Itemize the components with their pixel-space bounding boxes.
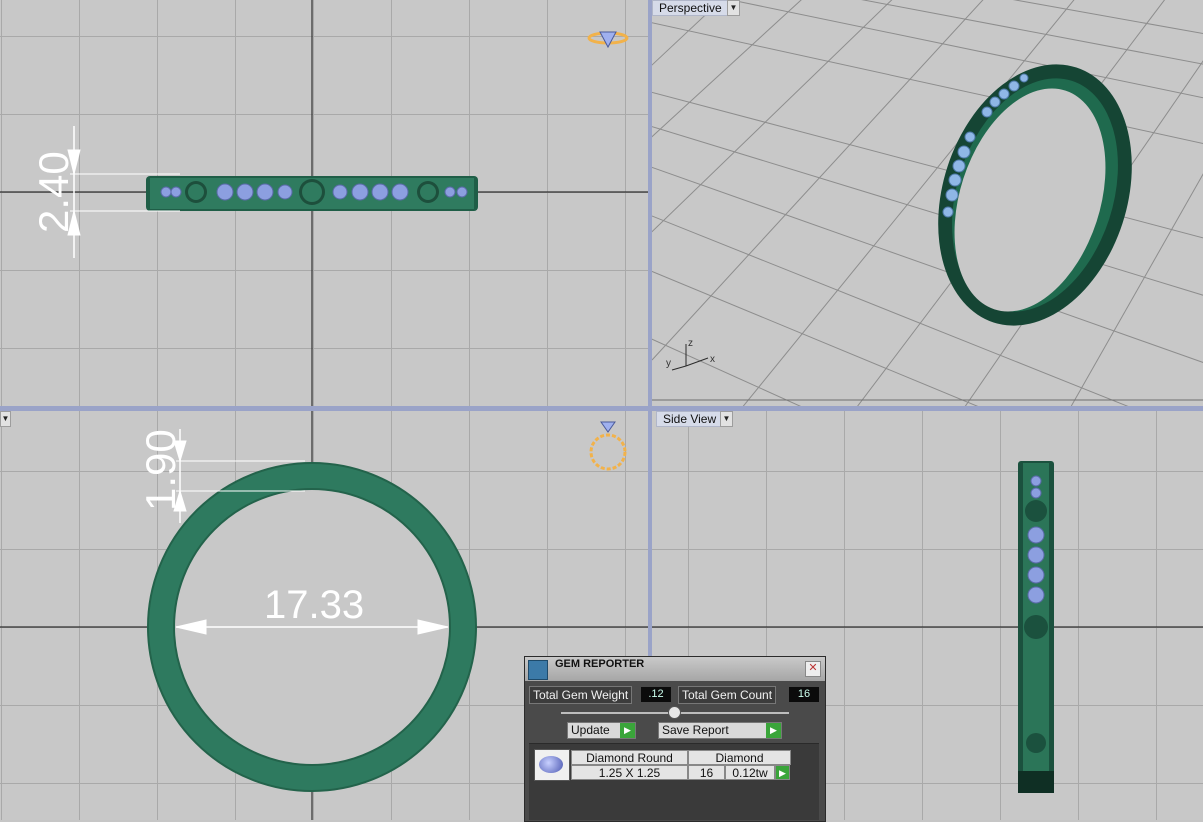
total-gem-count-value: 16 bbox=[789, 687, 819, 702]
save-report-button-label: Save Report bbox=[662, 723, 729, 737]
table-header-diamond-round: Diamond Round bbox=[571, 750, 688, 765]
top-viewport[interactable]: 2.40 bbox=[0, 0, 648, 406]
slider-handle[interactable] bbox=[668, 706, 681, 719]
viewport-label-perspective[interactable]: Perspective bbox=[652, 0, 729, 16]
close-icon[interactable]: ✕ bbox=[805, 661, 821, 677]
table-cell-weight: 0.12tw bbox=[725, 765, 775, 780]
total-gem-weight-label: Total Gem Weight bbox=[529, 686, 633, 704]
total-gem-count-label: Total Gem Count bbox=[678, 686, 777, 704]
viewport-separator-horizontal[interactable] bbox=[0, 406, 1203, 411]
row-play-icon[interactable]: ▶ bbox=[775, 765, 790, 780]
save-report-button[interactable]: Save Report ▶ bbox=[658, 722, 782, 739]
play-icon: ▶ bbox=[620, 723, 635, 738]
viewport-label-side[interactable]: Side View bbox=[656, 411, 724, 427]
dimension-text-front-thickness: 1.90 bbox=[137, 429, 184, 511]
gem-reporter-titlebar[interactable]: GEM REPORTER ✕ bbox=[525, 657, 825, 681]
dimension-text-top-width: 2.40 bbox=[30, 151, 77, 233]
update-button-label: Update bbox=[571, 723, 610, 737]
gem-thumbnail[interactable] bbox=[534, 749, 570, 781]
ring-perspective bbox=[938, 64, 1132, 326]
top-view-canvas: 2.40 bbox=[0, 0, 648, 406]
perspective-viewport[interactable]: z x y Perspective ▼ bbox=[652, 0, 1203, 406]
ring-band-top bbox=[146, 176, 478, 211]
axis-x-label: x bbox=[710, 354, 715, 365]
gem-reporter-app-icon bbox=[528, 660, 548, 680]
ring-gem-icon bbox=[587, 31, 629, 49]
total-gem-weight-value: .12 bbox=[641, 687, 671, 702]
dimension-text-front-diameter: 17.33 bbox=[264, 583, 364, 627]
front-menu-arrow[interactable]: ▼ bbox=[0, 411, 11, 427]
perspective-canvas: z x y bbox=[652, 0, 1203, 406]
axis-z-label: z bbox=[688, 338, 693, 349]
table-cell-size: 1.25 X 1.25 bbox=[571, 765, 688, 780]
gem-reporter-title: GEM REPORTER bbox=[555, 658, 645, 670]
perspective-menu-arrow[interactable]: ▼ bbox=[727, 0, 740, 16]
diamond-round-icon bbox=[539, 756, 563, 773]
table-header-diamond: Diamond bbox=[688, 750, 791, 765]
ring-side bbox=[1018, 461, 1054, 793]
update-button[interactable]: Update ▶ bbox=[567, 722, 636, 739]
axis-y-label: y bbox=[666, 358, 671, 369]
play-icon: ▶ bbox=[766, 723, 781, 738]
gem-reporter-panel: GEM REPORTER ✕ Total Gem Weight .12 Tota… bbox=[524, 656, 826, 822]
gem-table: Diamond Round Diamond 1.25 X 1.25 16 0.1… bbox=[529, 743, 819, 820]
ring-gem-icon-front bbox=[589, 421, 627, 471]
table-cell-count: 16 bbox=[688, 765, 725, 780]
side-menu-arrow[interactable]: ▼ bbox=[720, 411, 733, 427]
